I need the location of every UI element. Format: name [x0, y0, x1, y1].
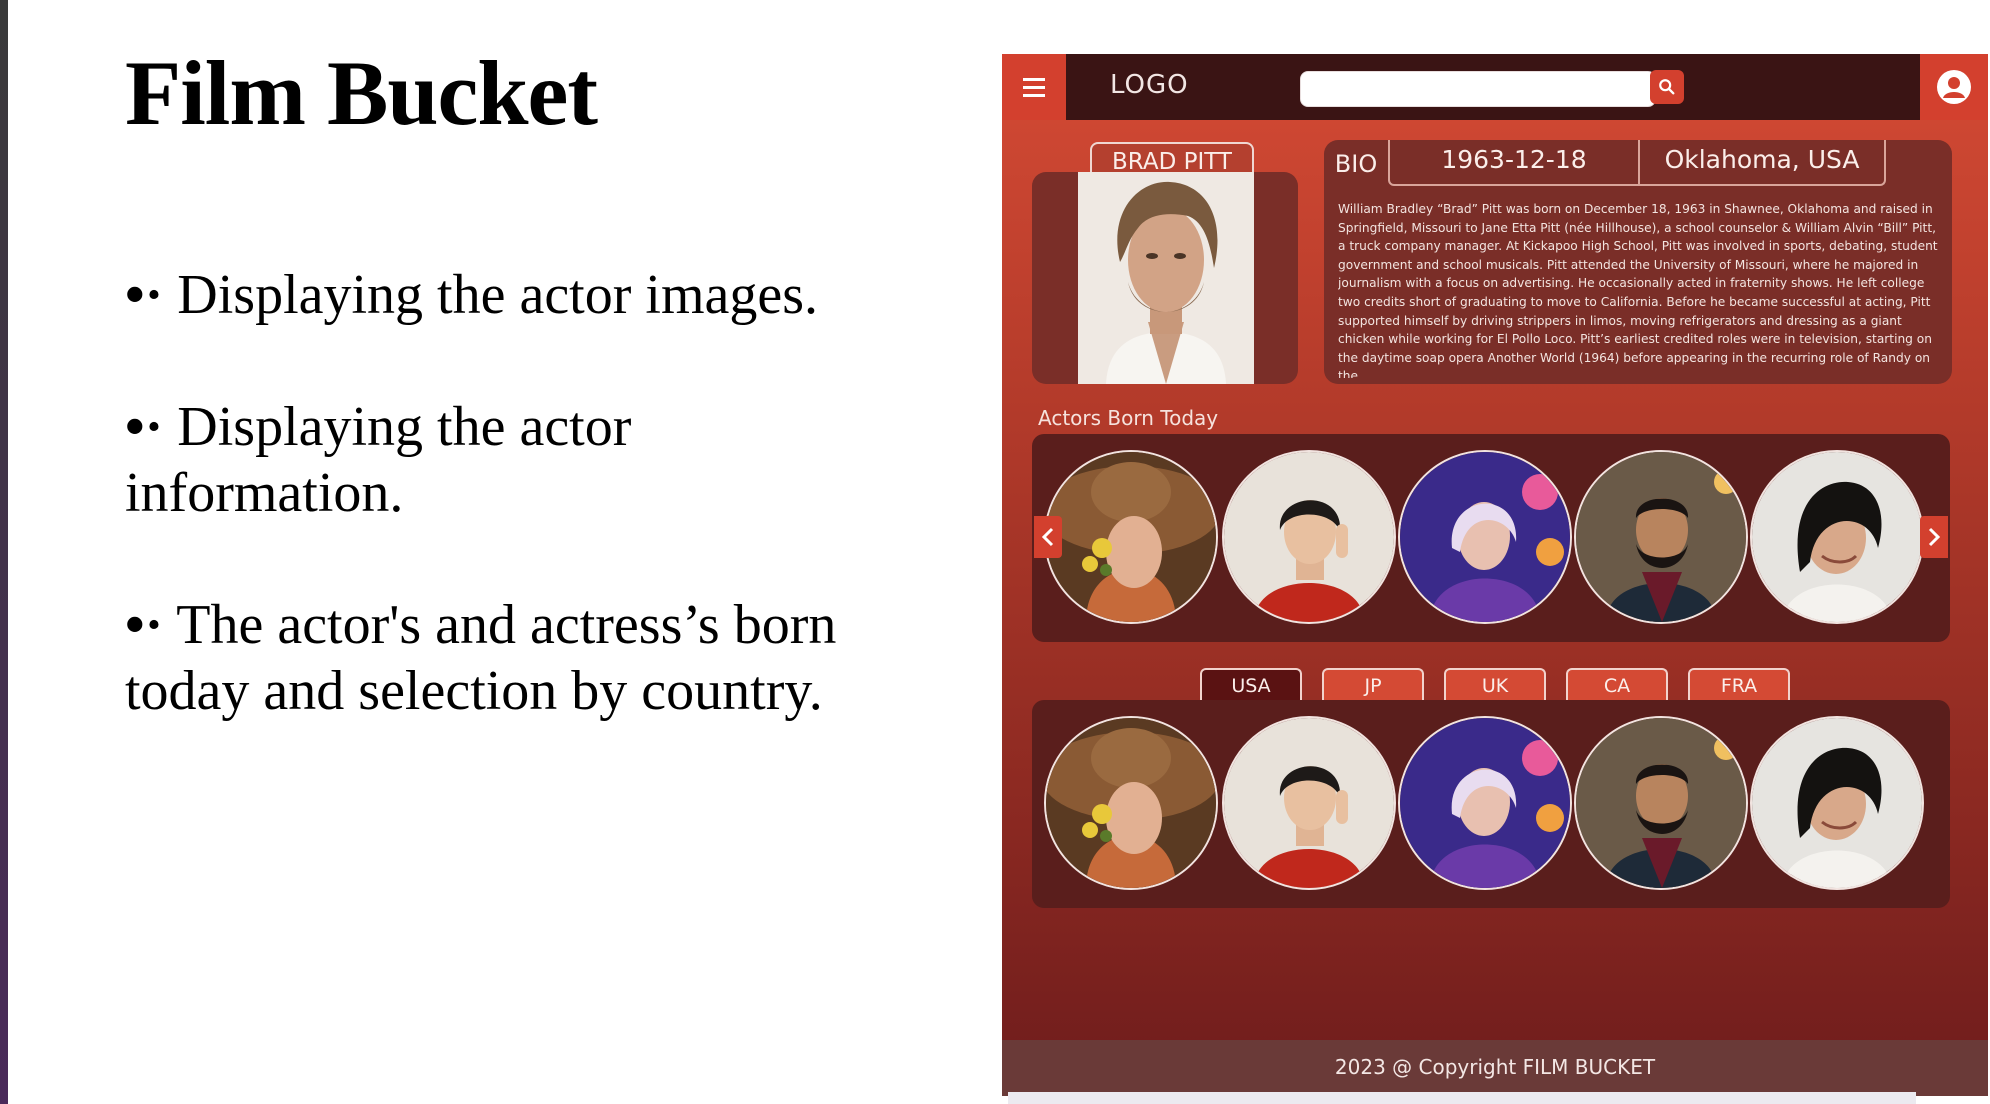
country-actors-strip [1032, 700, 1950, 908]
tab-jp[interactable]: JP [1322, 668, 1424, 700]
bullet-text: Displaying the actor images. [177, 264, 818, 326]
birth-place: Oklahoma, USA [1664, 145, 1860, 174]
bio-label: BIO [1334, 150, 1378, 178]
actor-avatar[interactable] [1222, 716, 1396, 890]
chevron-left-icon [1041, 527, 1054, 547]
country-tabs: USA JP UK CA FRA [1200, 668, 1800, 700]
born-today-heading: Actors Born Today [1038, 406, 1219, 430]
actor-photo [1078, 172, 1254, 384]
actor-avatar[interactable] [1044, 716, 1218, 890]
bullet-marker: •· [125, 594, 164, 656]
app-logo[interactable]: LOGO [1110, 70, 1189, 100]
profile-button[interactable] [1920, 54, 1988, 120]
tab-uk[interactable]: UK [1444, 668, 1546, 700]
actor-photo-card [1032, 172, 1298, 384]
search-icon [1659, 79, 1675, 95]
carousel-prev-button[interactable] [1034, 516, 1062, 558]
actor-avatar[interactable] [1574, 716, 1748, 890]
slide-title: Film Bucket [125, 42, 598, 144]
birth-date: 1963-12-18 [1390, 140, 1640, 184]
bullet-marker: •· [125, 396, 164, 458]
actor-avatar[interactable] [1398, 716, 1572, 890]
tab-usa[interactable]: USA [1200, 668, 1302, 700]
search-button[interactable] [1650, 70, 1684, 104]
search-input[interactable] [1300, 71, 1656, 107]
bullet-item: •· Displaying the actor images. [125, 262, 905, 328]
bullet-item: •· Displaying the actor information. [125, 394, 905, 526]
user-icon [1937, 70, 1971, 104]
bio-header: 1963-12-18 Oklahoma, USA [1388, 140, 1886, 186]
bullet-text: Displaying the actor information. [125, 396, 632, 524]
tab-fra[interactable]: FRA [1688, 668, 1790, 700]
bullet-marker: •· [125, 264, 164, 326]
hamburger-menu-icon[interactable] [1002, 54, 1066, 120]
copyright-footer: 2023 @ Copyright FILM BUCKET [1002, 1040, 1988, 1096]
actor-avatar[interactable] [1398, 450, 1572, 624]
app-header: LOGO [1002, 54, 1988, 120]
bio-card: BIO 1963-12-18 Oklahoma, USA William Bra… [1324, 140, 1952, 384]
bullet-list: •· Displaying the actor images. •· Displ… [125, 262, 905, 790]
bottom-edge-strip [1008, 1092, 1916, 1104]
bio-text: William Bradley “Brad” Pitt was born on … [1338, 202, 1938, 378]
actor-avatar[interactable] [1750, 716, 1924, 890]
actor-avatar[interactable] [1044, 450, 1218, 624]
born-today-carousel [1032, 434, 1950, 642]
actor-avatar[interactable] [1574, 450, 1748, 624]
tab-ca[interactable]: CA [1566, 668, 1668, 700]
actor-avatar[interactable] [1222, 450, 1396, 624]
bullet-text: The actor's and actress’s born today and… [125, 594, 837, 722]
window-edge [0, 0, 8, 1104]
chevron-right-icon [1928, 527, 1941, 547]
app-mockup: LOGO BRAD PITT BIO 1963-12-18 Oklahoma, … [1002, 54, 1988, 1096]
actor-avatar[interactable] [1750, 450, 1924, 624]
carousel-next-button[interactable] [1920, 516, 1948, 558]
bullet-item: •· The actor's and actress’s born today … [125, 592, 905, 724]
